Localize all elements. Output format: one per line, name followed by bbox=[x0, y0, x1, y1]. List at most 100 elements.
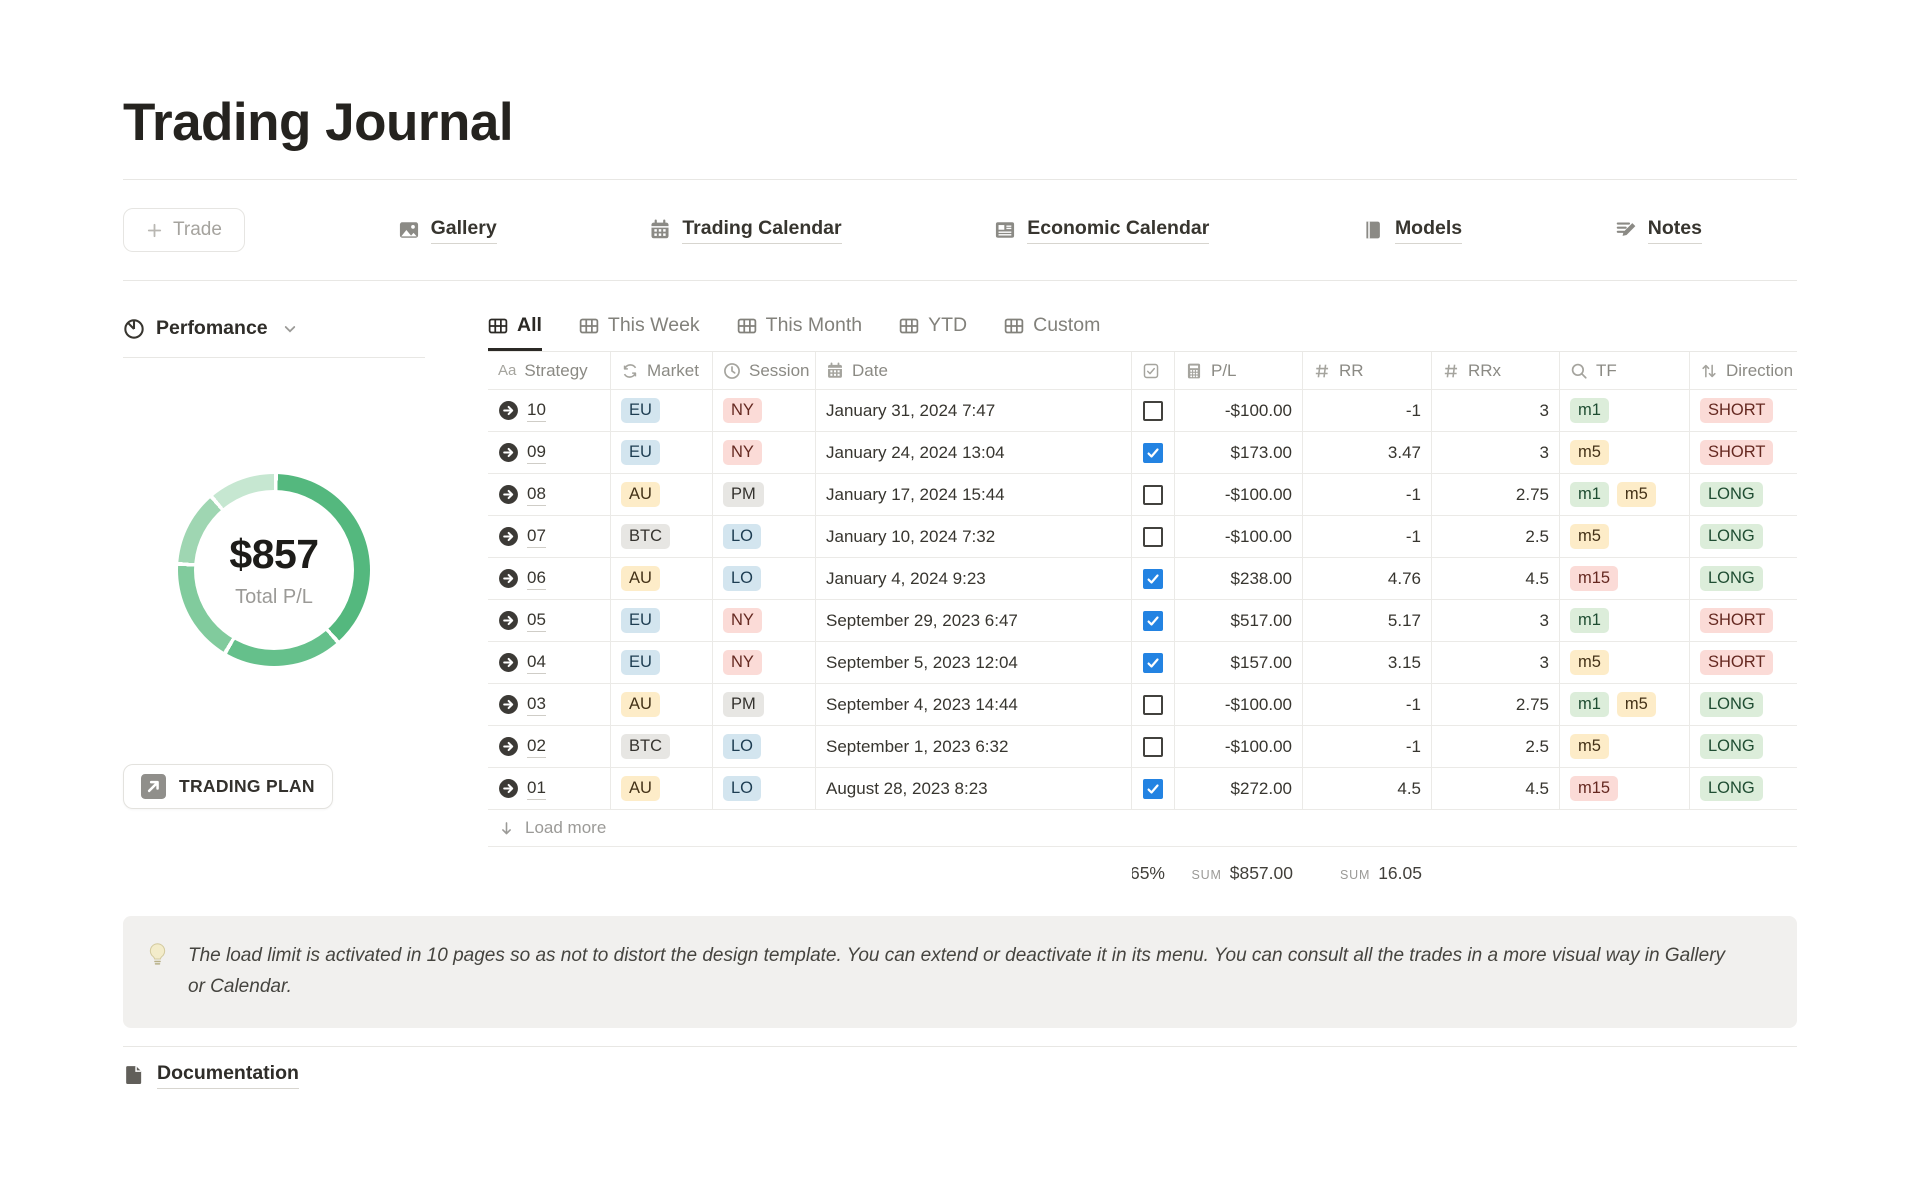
direction-cell[interactable]: LONG bbox=[1690, 684, 1797, 726]
column-header-rr[interactable]: RR bbox=[1303, 352, 1432, 390]
row-checkbox[interactable] bbox=[1143, 779, 1163, 799]
market-cell[interactable]: BTC bbox=[611, 726, 713, 768]
session-cell[interactable]: NY bbox=[713, 390, 816, 432]
date-cell[interactable]: September 1, 2023 6:32 bbox=[816, 726, 1132, 768]
strategy-link[interactable]: 09 bbox=[527, 441, 546, 464]
direction-cell[interactable]: SHORT bbox=[1690, 432, 1797, 474]
date-cell[interactable]: September 29, 2023 6:47 bbox=[816, 600, 1132, 642]
tf-cell[interactable]: m5 bbox=[1560, 432, 1690, 474]
row-checkbox[interactable] bbox=[1143, 569, 1163, 589]
rrx-cell[interactable]: 3 bbox=[1432, 642, 1560, 684]
rr-cell[interactable]: 5.17 bbox=[1303, 600, 1432, 642]
rr-cell[interactable]: 4.76 bbox=[1303, 558, 1432, 600]
tab-all[interactable]: All bbox=[488, 314, 542, 351]
performance-header[interactable]: Perfomance bbox=[123, 281, 425, 358]
session-cell[interactable]: PM bbox=[713, 474, 816, 516]
tf-cell[interactable]: m1m5 bbox=[1560, 474, 1690, 516]
row-checkbox[interactable] bbox=[1143, 401, 1163, 421]
tf-cell[interactable]: m5 bbox=[1560, 642, 1690, 684]
tf-cell[interactable]: m15 bbox=[1560, 558, 1690, 600]
nav-link-gallery[interactable]: Gallery bbox=[398, 217, 497, 244]
date-cell[interactable]: September 4, 2023 14:44 bbox=[816, 684, 1132, 726]
row-checkbox[interactable] bbox=[1143, 737, 1163, 757]
date-cell[interactable]: January 4, 2024 9:23 bbox=[816, 558, 1132, 600]
strategy-cell[interactable]: 06 bbox=[488, 558, 611, 600]
tf-cell[interactable]: m15 bbox=[1560, 768, 1690, 810]
direction-cell[interactable]: SHORT bbox=[1690, 600, 1797, 642]
rrx-cell[interactable]: 2.5 bbox=[1432, 726, 1560, 768]
strategy-cell[interactable]: 03 bbox=[488, 684, 611, 726]
market-cell[interactable]: EU bbox=[611, 390, 713, 432]
pl-cell[interactable]: -$100.00 bbox=[1175, 684, 1303, 726]
date-cell[interactable]: January 31, 2024 7:47 bbox=[816, 390, 1132, 432]
strategy-cell[interactable]: 04 bbox=[488, 642, 611, 684]
column-header-direction[interactable]: Direction bbox=[1690, 352, 1797, 390]
date-cell[interactable]: September 5, 2023 12:04 bbox=[816, 642, 1132, 684]
column-header-date[interactable]: Date bbox=[816, 352, 1132, 390]
direction-cell[interactable]: LONG bbox=[1690, 516, 1797, 558]
nav-link-notes[interactable]: Notes bbox=[1615, 217, 1702, 244]
strategy-cell[interactable]: 07 bbox=[488, 516, 611, 558]
rr-cell[interactable]: 3.47 bbox=[1303, 432, 1432, 474]
rr-cell[interactable]: -1 bbox=[1303, 390, 1432, 432]
strategy-cell[interactable]: 01 bbox=[488, 768, 611, 810]
strategy-cell[interactable]: 08 bbox=[488, 474, 611, 516]
pl-cell[interactable]: -$100.00 bbox=[1175, 726, 1303, 768]
checkbox-cell[interactable] bbox=[1132, 516, 1175, 558]
row-checkbox[interactable] bbox=[1143, 695, 1163, 715]
direction-cell[interactable]: LONG bbox=[1690, 474, 1797, 516]
rrx-cell[interactable]: 3 bbox=[1432, 600, 1560, 642]
rr-cell[interactable]: 4.5 bbox=[1303, 768, 1432, 810]
pl-sum[interactable]: SUM $857.00 bbox=[1175, 857, 1303, 890]
rrx-cell[interactable]: 2.75 bbox=[1432, 684, 1560, 726]
column-header-tf[interactable]: TF bbox=[1560, 352, 1690, 390]
trading-plan-button[interactable]: TRADING PLAN bbox=[123, 764, 333, 809]
pl-cell[interactable]: -$100.00 bbox=[1175, 390, 1303, 432]
strategy-cell[interactable]: 10 bbox=[488, 390, 611, 432]
date-cell[interactable]: January 24, 2024 13:04 bbox=[816, 432, 1132, 474]
session-cell[interactable]: PM bbox=[713, 684, 816, 726]
column-header-rrx[interactable]: RRx bbox=[1432, 352, 1560, 390]
checkbox-cell[interactable] bbox=[1132, 600, 1175, 642]
checkbox-cell[interactable] bbox=[1132, 684, 1175, 726]
checkbox-cell[interactable] bbox=[1132, 432, 1175, 474]
date-cell[interactable]: January 10, 2024 7:32 bbox=[816, 516, 1132, 558]
checkbox-cell[interactable] bbox=[1132, 558, 1175, 600]
checkbox-cell[interactable] bbox=[1132, 768, 1175, 810]
strategy-cell[interactable]: 09 bbox=[488, 432, 611, 474]
strategy-link[interactable]: 07 bbox=[527, 525, 546, 548]
pl-cell[interactable]: $157.00 bbox=[1175, 642, 1303, 684]
direction-cell[interactable]: LONG bbox=[1690, 726, 1797, 768]
checked-percent[interactable]: 65% bbox=[1132, 857, 1175, 890]
strategy-cell[interactable]: 05 bbox=[488, 600, 611, 642]
load-more-button[interactable]: Load more bbox=[488, 810, 1797, 847]
pl-cell[interactable]: $517.00 bbox=[1175, 600, 1303, 642]
row-checkbox[interactable] bbox=[1143, 485, 1163, 505]
rr-cell[interactable]: -1 bbox=[1303, 516, 1432, 558]
strategy-cell[interactable]: 02 bbox=[488, 726, 611, 768]
tab-custom[interactable]: Custom bbox=[1004, 314, 1100, 351]
documentation-link[interactable]: Documentation bbox=[123, 1062, 299, 1089]
trade-button[interactable]: Trade bbox=[123, 208, 245, 252]
rr-cell[interactable]: -1 bbox=[1303, 726, 1432, 768]
row-checkbox[interactable] bbox=[1143, 653, 1163, 673]
nav-link-trading-calendar[interactable]: Trading Calendar bbox=[649, 217, 841, 244]
tf-cell[interactable]: m1 bbox=[1560, 600, 1690, 642]
session-cell[interactable]: NY bbox=[713, 432, 816, 474]
strategy-link[interactable]: 05 bbox=[527, 609, 546, 632]
strategy-link[interactable]: 04 bbox=[527, 651, 546, 674]
strategy-link[interactable]: 10 bbox=[527, 399, 546, 422]
market-cell[interactable]: AU bbox=[611, 474, 713, 516]
rrx-cell[interactable]: 3 bbox=[1432, 432, 1560, 474]
checkbox-cell[interactable] bbox=[1132, 642, 1175, 684]
tab-this-month[interactable]: This Month bbox=[737, 314, 862, 351]
market-cell[interactable]: BTC bbox=[611, 516, 713, 558]
market-cell[interactable]: EU bbox=[611, 432, 713, 474]
market-cell[interactable]: EU bbox=[611, 600, 713, 642]
tf-cell[interactable]: m1 bbox=[1560, 390, 1690, 432]
market-cell[interactable]: AU bbox=[611, 684, 713, 726]
rr-cell[interactable]: -1 bbox=[1303, 474, 1432, 516]
rrx-cell[interactable]: 3 bbox=[1432, 390, 1560, 432]
checkbox-cell[interactable] bbox=[1132, 474, 1175, 516]
rr-sum[interactable]: SUM 16.05 bbox=[1303, 857, 1432, 890]
